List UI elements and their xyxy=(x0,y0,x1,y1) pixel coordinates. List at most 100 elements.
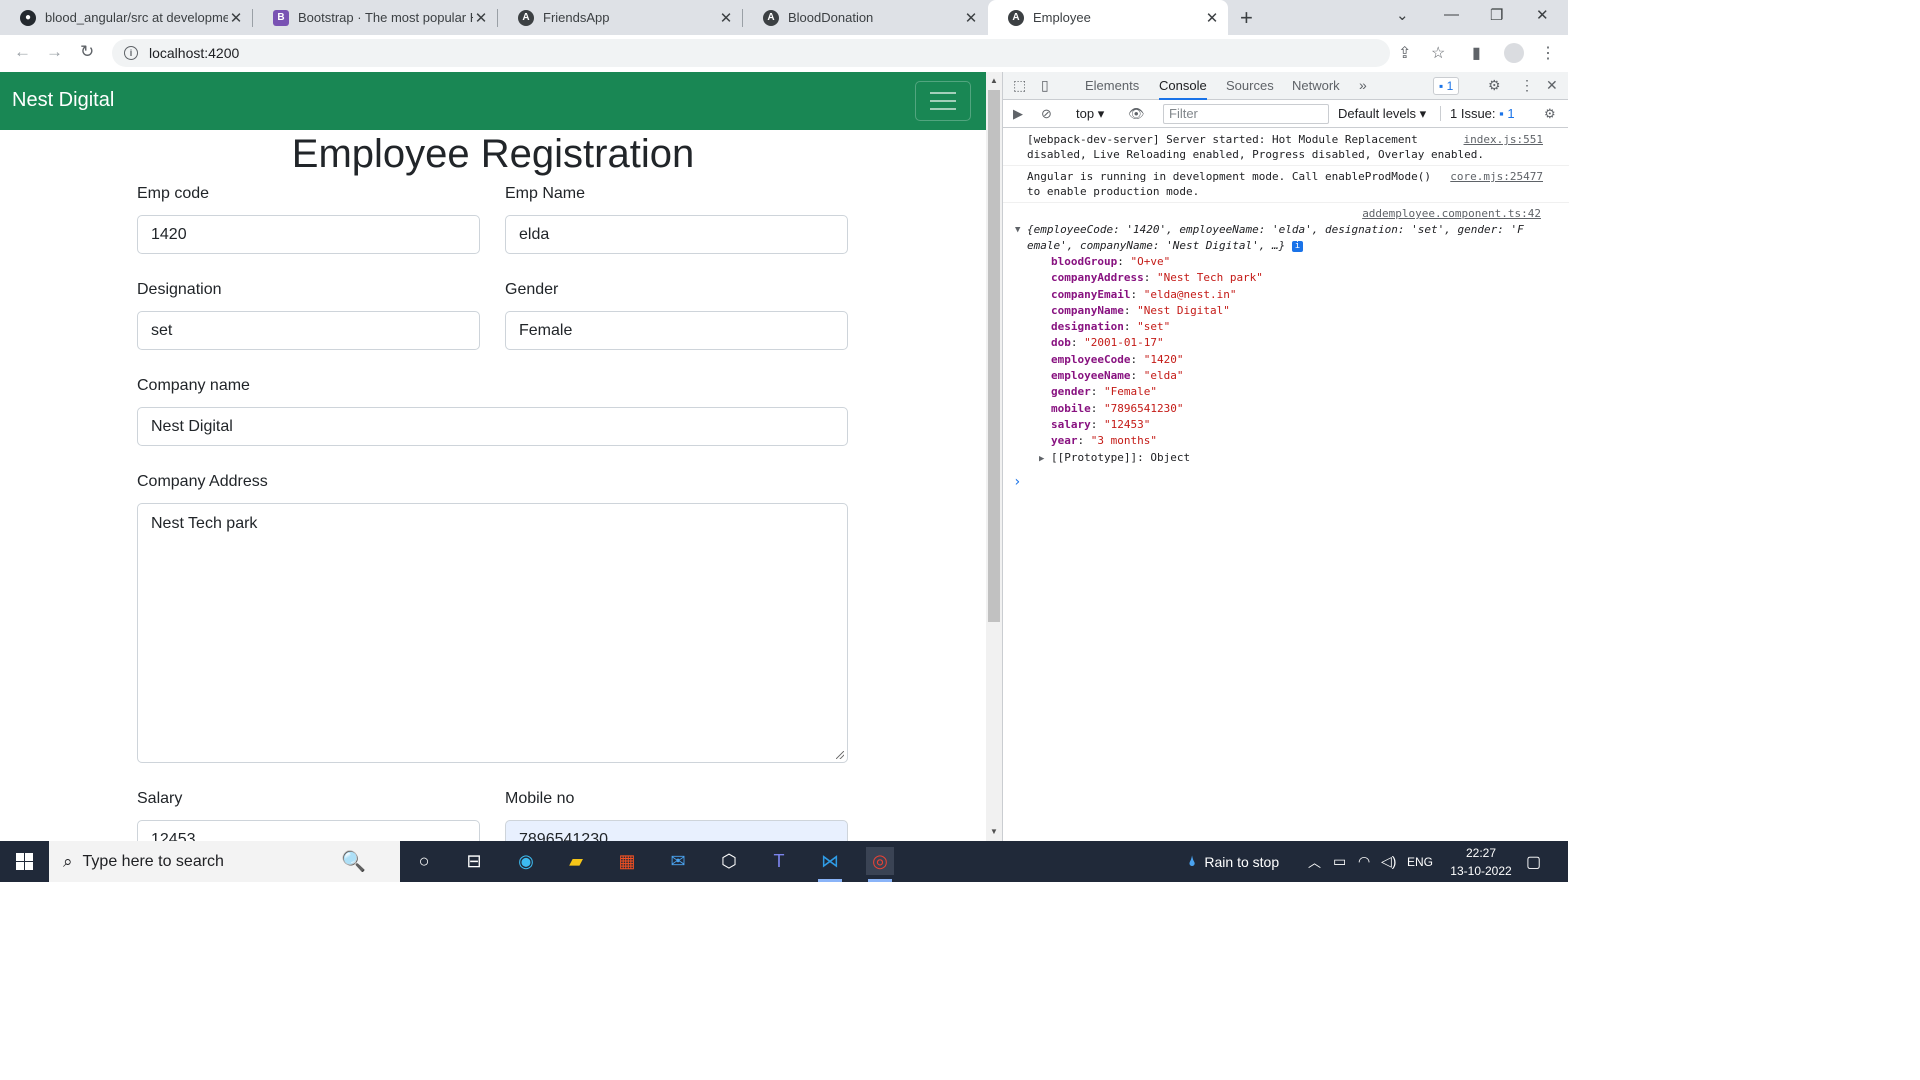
task-view-icon[interactable]: ⊟ xyxy=(460,847,488,875)
property-value: "12453" xyxy=(1104,417,1151,431)
salary-label: Salary xyxy=(137,790,183,807)
forward-arrow-icon[interactable]: → xyxy=(46,42,63,62)
property-key: year xyxy=(1051,434,1078,448)
close-tab-icon[interactable]: ✕ xyxy=(473,9,489,27)
close-tab-icon[interactable]: ✕ xyxy=(228,9,244,27)
scroll-up-arrow-icon[interactable]: ▲ xyxy=(990,76,998,85)
company-name-input[interactable]: Nest Digital xyxy=(137,407,848,446)
object-source-link[interactable]: addemployee.component.ts:42 xyxy=(1027,206,1559,222)
info-icon[interactable]: i xyxy=(1291,240,1303,252)
devtools-tab-console[interactable]: Console xyxy=(1159,72,1207,100)
virtualbox-icon[interactable]: ⬡ xyxy=(715,847,743,875)
console-prompt-chevron-icon[interactable]: › xyxy=(1003,474,1569,490)
close-tab-icon[interactable]: ✕ xyxy=(718,9,734,27)
notifications-icon[interactable]: ▢ xyxy=(1526,841,1541,882)
more-tabs-chevron-icon[interactable]: » xyxy=(1359,77,1367,93)
property-value: "elda@nest.in" xyxy=(1143,287,1237,301)
vscode-icon[interactable]: ⋈ xyxy=(816,847,844,875)
devtools-tab-elements[interactable]: Elements xyxy=(1085,72,1139,100)
page-scrollbar[interactable]: ▲ ▼ xyxy=(986,72,1002,841)
console-sidebar-icon[interactable]: ▶ xyxy=(1013,106,1023,122)
expand-triangle-icon[interactable]: ▼ xyxy=(1015,222,1020,238)
log-levels-dropdown[interactable]: Default levels ▾ xyxy=(1338,106,1426,122)
message-source-link[interactable]: core.mjs:25477 xyxy=(1450,169,1543,184)
property-value: "7896541230" xyxy=(1104,401,1184,415)
devtools-tab-network[interactable]: Network xyxy=(1292,72,1340,100)
object-prototype[interactable]: ▶ [[Prototype]]: Object xyxy=(1027,450,1559,467)
edge-icon[interactable]: ◉ xyxy=(512,847,540,875)
emp-name-input[interactable]: elda xyxy=(505,215,848,254)
object-property-row: bloodGroup: "O+ve" xyxy=(1051,255,1171,268)
gender-label: Gender xyxy=(505,281,559,298)
show-hidden-icons-chevron-icon[interactable]: ︿ xyxy=(1308,841,1321,882)
mobile-input[interactable]: 7896541230 xyxy=(505,820,848,841)
browser-tab-friendsapp[interactable]: A FriendsApp ✕ xyxy=(498,0,742,35)
emp-code-label: Emp code xyxy=(137,185,210,202)
designation-input[interactable]: set xyxy=(137,311,480,350)
wifi-icon[interactable]: ◠ xyxy=(1358,841,1370,882)
browser-menu-icon[interactable]: ⋮ xyxy=(1540,43,1556,63)
taskbar-search-box[interactable]: ⌕ Type here to search 🔍 xyxy=(49,841,400,882)
new-tab-plus-icon[interactable]: + xyxy=(1240,5,1253,31)
minimize-icon[interactable]: — xyxy=(1444,6,1459,23)
clear-console-icon[interactable]: ⊘ xyxy=(1041,106,1052,122)
file-explorer-icon[interactable]: ▰ xyxy=(562,847,590,875)
messages-badge[interactable]: ▪ 1 xyxy=(1433,77,1460,95)
browser-tab-github[interactable]: ● blood_angular/src at developmen ✕ xyxy=(0,0,252,35)
teams-icon[interactable]: T xyxy=(765,847,793,875)
devtools-settings-gear-icon[interactable]: ⚙ xyxy=(1488,77,1501,94)
close-tab-icon[interactable]: ✕ xyxy=(963,9,979,27)
address-bar[interactable]: i localhost:4200 xyxy=(112,39,1390,67)
device-toolbar-icon[interactable]: ▯ xyxy=(1041,77,1049,94)
windows-start-icon[interactable] xyxy=(16,853,33,870)
site-info-icon[interactable]: i xyxy=(124,46,138,60)
console-message: core.mjs:25477 Angular is running in dev… xyxy=(1003,166,1569,203)
issues-button[interactable]: 1 Issue: ▪ 1 xyxy=(1440,106,1515,121)
collapsed-triangle-icon[interactable]: ▶ xyxy=(1039,454,1044,464)
inspect-element-icon[interactable]: ⬚ xyxy=(1013,77,1026,94)
message-source-link[interactable]: index.js:551 xyxy=(1464,132,1543,147)
reload-icon[interactable]: ↻ xyxy=(80,42,94,62)
company-address-textarea[interactable]: Nest Tech park xyxy=(137,503,848,763)
scroll-down-arrow-icon[interactable]: ▼ xyxy=(990,827,998,836)
taskbar-clock[interactable]: 22:27 13-10-2022 xyxy=(1446,844,1516,880)
cortana-icon[interactable]: ○ xyxy=(410,847,438,875)
scrollbar-thumb[interactable] xyxy=(988,90,1000,622)
bookmark-star-icon[interactable]: ☆ xyxy=(1431,43,1445,63)
maximize-icon[interactable]: ❐ xyxy=(1490,6,1503,24)
volume-icon[interactable]: ◁) xyxy=(1381,841,1396,882)
navbar-toggler-icon[interactable] xyxy=(915,81,971,121)
textarea-resize-handle[interactable] xyxy=(836,751,844,759)
gender-input[interactable]: Female xyxy=(505,311,848,350)
emp-code-input[interactable]: 1420 xyxy=(137,215,480,254)
window-close-icon[interactable]: ✕ xyxy=(1536,6,1549,24)
tab-search-chevron-icon[interactable]: ⌄ xyxy=(1396,6,1409,24)
console-filter-input[interactable]: Filter xyxy=(1163,104,1329,124)
live-expression-eye-icon[interactable]: 👁 xyxy=(1128,106,1145,122)
microsoft-store-icon[interactable]: ▦ xyxy=(613,847,641,875)
context-selector[interactable]: top ▾ xyxy=(1076,106,1104,122)
share-icon[interactable]: ⇪ xyxy=(1398,43,1411,63)
devtools-tab-sources[interactable]: Sources xyxy=(1226,72,1274,100)
navbar-brand[interactable]: Nest Digital xyxy=(12,89,114,112)
mail-icon[interactable]: ✉ xyxy=(664,847,692,875)
profile-avatar-icon[interactable] xyxy=(1504,43,1524,63)
console-settings-gear-icon[interactable]: ⚙ xyxy=(1544,106,1556,122)
side-panel-icon[interactable]: ▮ xyxy=(1472,43,1481,63)
console-message: index.js:551 [webpack-dev-server] Server… xyxy=(1003,129,1569,166)
input-language[interactable]: ENG xyxy=(1407,841,1433,882)
back-arrow-icon[interactable]: ← xyxy=(14,42,31,62)
weather-widget[interactable]: 🌢 Rain to stop xyxy=(1188,841,1279,882)
battery-icon[interactable]: ▭ xyxy=(1333,841,1346,882)
devtools-close-icon[interactable]: ✕ xyxy=(1546,77,1558,94)
object-summary[interactable]: ▼ {employeeCode: '1420', employeeName: '… xyxy=(1015,222,1559,254)
close-tab-icon[interactable]: ✕ xyxy=(1204,9,1220,27)
devtools-menu-icon[interactable]: ⋮ xyxy=(1520,77,1534,94)
chrome-icon[interactable]: ◎ xyxy=(866,847,894,875)
clock-date: 13-10-2022 xyxy=(1450,864,1512,878)
browser-tab-employee[interactable]: A Employee ✕ xyxy=(988,0,1228,35)
salary-input[interactable]: 12453 xyxy=(137,820,480,841)
browser-tab-blooddonation[interactable]: A BloodDonation ✕ xyxy=(743,0,987,35)
browser-tab-bootstrap[interactable]: B Bootstrap · The most popular HT ✕ xyxy=(253,0,497,35)
company-name-label: Company name xyxy=(137,377,250,394)
